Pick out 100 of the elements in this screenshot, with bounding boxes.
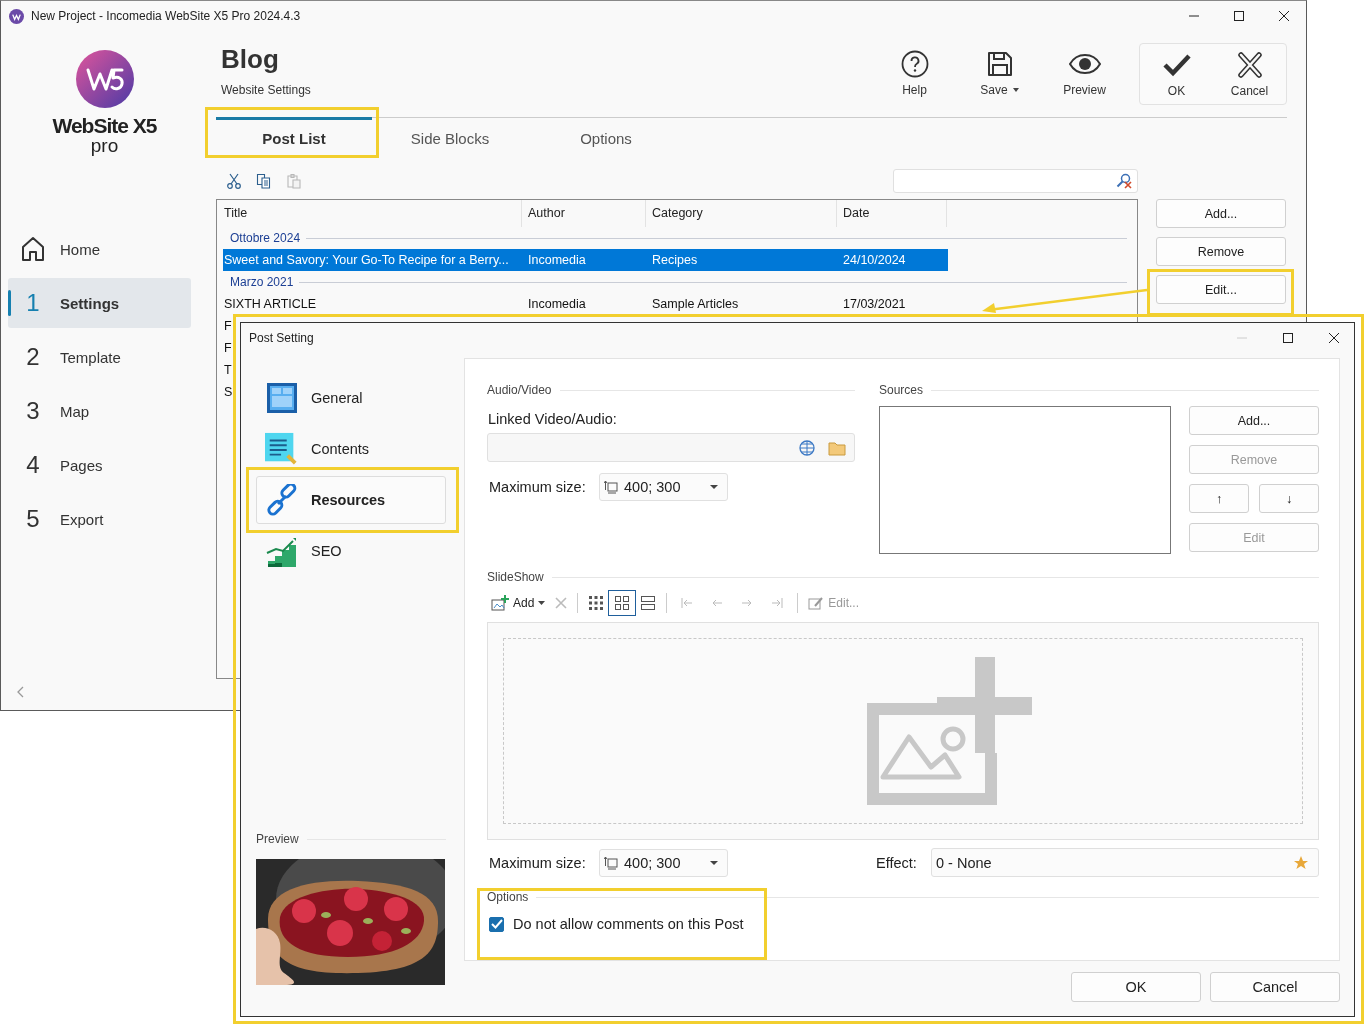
search-field[interactable] xyxy=(893,168,1138,193)
table-cell: Incomedia xyxy=(527,253,586,267)
effect-value: 0 - None xyxy=(936,854,993,871)
source-button[interactable]: ↑ xyxy=(1189,484,1249,513)
dialog-button[interactable]: OK xyxy=(1071,972,1201,1002)
link-icon xyxy=(265,484,299,516)
save-icon xyxy=(986,50,1013,78)
table-cell: 24/10/2024 xyxy=(842,253,906,267)
caret-icon xyxy=(710,860,718,865)
add-slide-button[interactable]: Add xyxy=(491,595,546,611)
checkbox[interactable] xyxy=(489,916,504,932)
view-mode-button[interactable] xyxy=(608,590,637,616)
page-title: Blog xyxy=(221,43,280,75)
settings-nav-item[interactable]: SEO xyxy=(256,533,446,569)
large-grid-icon xyxy=(614,595,631,611)
toolbar-label: Save xyxy=(980,83,1019,97)
tab[interactable]: Side Blocks xyxy=(372,117,528,156)
nav-item[interactable]: Home xyxy=(8,224,191,274)
table-cell: S xyxy=(223,385,233,399)
dialog-button[interactable]: Cancel xyxy=(1210,972,1340,1002)
caret-icon xyxy=(710,485,718,489)
collapse-chevron-icon[interactable] xyxy=(17,686,25,698)
step-number: 2 xyxy=(25,343,41,371)
edit-image-icon xyxy=(808,596,825,610)
close-icon[interactable] xyxy=(1278,10,1290,22)
nav-item[interactable]: 4 Pages xyxy=(8,440,191,490)
globe-icon[interactable] xyxy=(798,439,815,456)
linked-media-field[interactable] xyxy=(487,433,855,462)
brand-edition: pro xyxy=(90,138,119,154)
nav-item[interactable]: 2 Template xyxy=(8,332,191,382)
column-header[interactable]: Author xyxy=(522,200,646,227)
column-header[interactable]: Category xyxy=(646,200,837,227)
settings-nav-item[interactable]: General xyxy=(256,380,446,416)
resize-icon xyxy=(604,480,618,494)
side-button[interactable]: Edit... xyxy=(1156,275,1286,304)
column-header[interactable]: Date xyxy=(837,200,947,227)
table-cell: SIXTH ARTICLE xyxy=(223,297,317,311)
dropdown-value: 400; 300 xyxy=(624,479,682,495)
size-dropdown[interactable]: 400; 300 xyxy=(599,473,728,501)
toolbar-button[interactable]: Preview xyxy=(1042,43,1127,97)
table-cell: F xyxy=(223,319,232,333)
side-button[interactable]: Add... xyxy=(1156,199,1286,228)
step-number: 4 xyxy=(25,451,41,479)
resize-icon xyxy=(604,855,618,870)
maximize-icon[interactable] xyxy=(1282,332,1294,344)
search-clear-icon[interactable] xyxy=(1116,172,1132,189)
dropdown-value: 400; 300 xyxy=(624,854,682,871)
toolbar-label: OK xyxy=(1167,84,1186,98)
field-label: Maximum size: xyxy=(488,854,587,871)
toolbar-button[interactable]: Help xyxy=(872,43,957,97)
brand-name: WebSite X5 xyxy=(52,114,157,138)
app-logo-icon xyxy=(9,8,24,24)
settings-nav-item[interactable]: Resources xyxy=(256,476,446,524)
side-button[interactable]: Remove xyxy=(1156,237,1286,266)
star-icon[interactable] xyxy=(1294,855,1308,870)
maximize-icon[interactable] xyxy=(1233,10,1245,22)
section-heading: SlideShow xyxy=(487,570,544,584)
section-heading: Audio/Video xyxy=(487,383,552,397)
scissors-icon[interactable] xyxy=(226,172,242,189)
step-number: 1 xyxy=(25,289,41,317)
group-label: Marzo 2021 xyxy=(229,275,295,289)
list-view-icon xyxy=(640,595,657,611)
folder-icon[interactable] xyxy=(828,439,846,456)
toolbar-button[interactable]: OK xyxy=(1140,44,1213,104)
sources-list[interactable] xyxy=(879,406,1171,554)
settings-nav-label: General xyxy=(311,390,363,406)
settings-nav-item[interactable]: Contents xyxy=(256,431,446,467)
close-icon[interactable] xyxy=(1328,332,1340,344)
add-image-icon xyxy=(491,595,509,611)
table-cell: 17/03/2021 xyxy=(842,297,906,311)
column-header[interactable]: Title xyxy=(223,200,522,227)
table-cell: Incomedia xyxy=(527,297,586,311)
table-row[interactable]: SIXTH ARTICLE Incomedia Sample Articles 17/03/2021 xyxy=(223,293,948,315)
size-dropdown[interactable]: 400; 300 xyxy=(599,848,728,877)
source-button[interactable]: ↓ xyxy=(1259,484,1319,513)
settings-nav-label: Contents xyxy=(311,441,370,457)
nav-item[interactable]: 1 Settings xyxy=(8,278,191,328)
field-label: Linked Video/Audio: xyxy=(488,411,618,427)
copy-icon[interactable] xyxy=(256,172,272,189)
logo-icon xyxy=(75,50,134,108)
source-button[interactable]: Add... xyxy=(1189,406,1319,435)
help-icon xyxy=(900,50,929,78)
section-heading: Preview xyxy=(256,832,299,846)
table-cell: Recipes xyxy=(651,253,698,267)
step-number: 3 xyxy=(25,397,41,425)
checkbox-label: Do not allow comments on this Post xyxy=(513,916,744,932)
toolbar-button[interactable]: Cancel xyxy=(1213,44,1286,104)
table-row[interactable]: Sweet and Savory: Your Go-To Recipe for a Berry... Incomedia Recipes 24/10/2024 xyxy=(223,249,948,271)
toolbar-button[interactable]: Save xyxy=(957,43,1042,97)
small-grid-icon xyxy=(588,595,605,611)
nav-item[interactable]: 3 Map xyxy=(8,386,191,436)
section-heading: Options xyxy=(487,890,529,904)
nav-item[interactable]: 5 Export xyxy=(8,494,191,544)
effect-field[interactable]: 0 - None xyxy=(931,848,1319,877)
slides-area[interactable] xyxy=(487,622,1319,840)
tab[interactable]: Post List xyxy=(216,117,372,156)
nav-label: Template xyxy=(60,348,121,366)
tab[interactable]: Options xyxy=(528,117,684,156)
table-cell: Sample Articles xyxy=(651,297,739,311)
page-subtitle: Website Settings xyxy=(221,83,311,97)
